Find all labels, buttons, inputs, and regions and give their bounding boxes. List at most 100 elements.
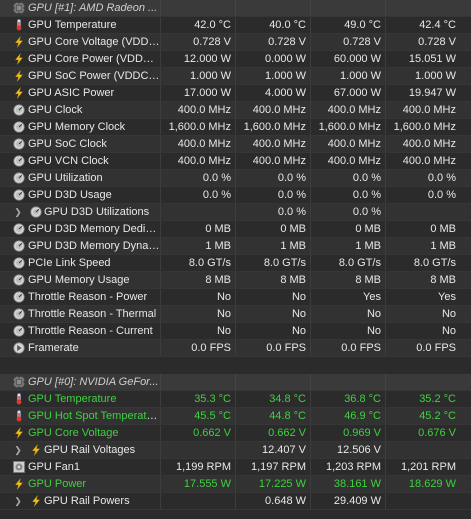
maximum-value: No <box>310 306 385 322</box>
current-value <box>160 493 235 509</box>
group-title: GPU [#0]: NVIDIA GeFor... <box>28 376 159 388</box>
average-value: No <box>385 306 460 322</box>
current-value: 1 MB <box>160 238 235 254</box>
sensor-row[interactable]: GPU Power 17.555 W 17.225 W 38.161 W 18.629 … <box>0 476 471 493</box>
sensor-name-cell: GPU Hot Spot Temperature <box>0 408 160 424</box>
minimum-value: 0.0 % <box>235 187 310 203</box>
maximum-value: 1 MB <box>310 238 385 254</box>
current-value <box>160 204 235 220</box>
current-value: 17.555 W <box>160 476 235 492</box>
sensor-row[interactable]: GPU Fan1 1,199 RPM 1,197 RPM 1,203 RPM 1,201… <box>0 459 471 476</box>
sensor-row[interactable]: GPU Temperature 42.0 °C 40.0 °C 49.0 °C 42.4… <box>0 17 471 34</box>
minimum-value: 1,600.0 MHz <box>235 119 310 135</box>
lightning-bolt-icon <box>13 70 25 82</box>
sensor-row[interactable]: GPU D3D Memory Dynamic 1 MB 1 MB 1 MB 1 MB <box>0 238 471 255</box>
current-value: 0.0 % <box>160 170 235 186</box>
sensor-row[interactable]: GPU SoC Clock 400.0 MHz 400.0 MHz 400.0 MHz… <box>0 136 471 153</box>
sensor-label: Framerate <box>28 342 79 354</box>
maximum-value: 1.000 W <box>310 68 385 84</box>
sensor-row[interactable]: ❯ GPU Rail Powers 0.648 W 29.409 W <box>0 493 471 510</box>
minimum-value: 8 MB <box>235 272 310 288</box>
sensor-row[interactable]: GPU Core Power (VDDC... 12.000 W 0.000 W 60… <box>0 51 471 68</box>
group-value-cell <box>385 0 460 16</box>
sensor-row[interactable]: Throttle Reason - Thermal No No No No <box>0 306 471 323</box>
chevron-right-icon[interactable]: ❯ <box>14 493 22 509</box>
average-value: 18.629 W <box>385 476 460 492</box>
sensor-group-header[interactable]: GPU [#1]: AMD Radeon ... <box>0 0 471 17</box>
minimum-value: 0 MB <box>235 221 310 237</box>
chevron-right-icon[interactable]: ❯ <box>14 204 22 220</box>
average-value <box>385 493 460 509</box>
average-value: 400.0 MHz <box>385 102 460 118</box>
sensor-row[interactable]: GPU Temperature 35.3 °C 34.8 °C 36.8 °C 35.2… <box>0 391 471 408</box>
sensor-label: GPU Core Voltage (VDDC... <box>28 36 160 48</box>
average-value: 15.051 W <box>385 51 460 67</box>
gauge-icon <box>13 104 25 116</box>
sensor-label: GPU Core Voltage <box>28 427 119 439</box>
minimum-value: 4.000 W <box>235 85 310 101</box>
maximum-value: 60.000 W <box>310 51 385 67</box>
average-value: 8 MB <box>385 272 460 288</box>
sensor-name-cell: GPU Clock <box>0 102 160 118</box>
sensor-row[interactable]: GPU ASIC Power 17.000 W 4.000 W 67.000 W 19.… <box>0 85 471 102</box>
sensor-row[interactable]: GPU Memory Usage 8 MB 8 MB 8 MB 8 MB <box>0 272 471 289</box>
gauge-icon <box>13 308 25 320</box>
sensor-row[interactable]: ❯ GPU Rail Voltages 12.407 V 12.506 V <box>0 442 471 459</box>
sensor-name-cell: GPU Fan1 <box>0 459 160 475</box>
sensor-row[interactable]: GPU Core Voltage (VDDC... 0.728 V 0.728 V0… <box>0 34 471 51</box>
average-value: Yes <box>385 289 460 305</box>
sensor-row[interactable]: GPU D3D Memory Dedica... 0 MB 0 MB 0 MB 0 MB <box>0 221 471 238</box>
sensor-group-header[interactable]: GPU [#0]: NVIDIA GeFor... <box>0 374 471 391</box>
maximum-value: 0.0 % <box>310 170 385 186</box>
gauge-icon <box>13 121 25 133</box>
current-value: 0.662 V <box>160 425 235 441</box>
sensor-name-cell: Throttle Reason - Power <box>0 289 160 305</box>
sensor-table: GPU [#1]: AMD Radeon ... GPU Temperature 4… <box>0 0 471 510</box>
maximum-value: 67.000 W <box>310 85 385 101</box>
sensor-row[interactable]: GPU Utilization 0.0 % 0.0 % 0.0 % 0.0 % <box>0 170 471 187</box>
current-value: 0.0 % <box>160 187 235 203</box>
current-value: 12.000 W <box>160 51 235 67</box>
sensor-label: GPU Core Power (VDDC... <box>28 53 160 65</box>
sensor-label: GPU Utilization <box>28 172 103 184</box>
chevron-right-icon[interactable]: ❯ <box>14 442 22 458</box>
gauge-icon <box>30 206 42 218</box>
sensor-name-cell: GPU VCN Clock <box>0 153 160 169</box>
minimum-value: 0.728 V <box>235 34 310 50</box>
sensor-row[interactable]: Throttle Reason - Current No No No No <box>0 323 471 340</box>
sensor-label: GPU Rail Voltages <box>44 444 136 456</box>
sensor-row[interactable]: GPU Hot Spot Temperature 45.5 °C 44.8 °C 46… <box>0 408 471 425</box>
average-value: 1.000 W <box>385 68 460 84</box>
minimum-value: 34.8 °C <box>235 391 310 407</box>
sensor-row[interactable]: ❯ GPU D3D Utilizations 0.0 % 0.0 % <box>0 204 471 221</box>
group-spacer <box>0 357 471 374</box>
maximum-value: 46.9 °C <box>310 408 385 424</box>
sensor-row[interactable]: GPU VCN Clock 400.0 MHz 400.0 MHz 400.0 MHz… <box>0 153 471 170</box>
average-value: 42.4 °C <box>385 17 460 33</box>
group-value-cell <box>160 374 235 390</box>
sensor-row[interactable]: Throttle Reason - Power No No Yes Yes <box>0 289 471 306</box>
sensor-row[interactable]: Framerate 0.0 FPS 0.0 FPS 0.0 FPS 0.0 FPS <box>0 340 471 357</box>
minimum-value: 1 MB <box>235 238 310 254</box>
sensor-label: PCIe Link Speed <box>28 257 111 269</box>
sensor-name-cell: PCIe Link Speed <box>0 255 160 271</box>
maximum-value: 0.0 % <box>310 187 385 203</box>
sensor-label: GPU Rail Powers <box>44 495 130 507</box>
minimum-value: 400.0 MHz <box>235 102 310 118</box>
sensor-row[interactable]: GPU Clock 400.0 MHz 400.0 MHz 400.0 MHz 400.… <box>0 102 471 119</box>
sensor-row[interactable]: GPU Core Voltage 0.662 V 0.662 V 0.969 V 0.6… <box>0 425 471 442</box>
sensor-label: GPU VCN Clock <box>28 155 109 167</box>
fan-icon <box>13 461 25 473</box>
average-value: 400.0 MHz <box>385 136 460 152</box>
sensor-row[interactable]: PCIe Link Speed 8.0 GT/s 8.0 GT/s 8.0 GT/s 8… <box>0 255 471 272</box>
sensor-label: GPU SoC Power (VDDCR... <box>28 70 160 82</box>
sensor-row[interactable]: GPU Memory Clock 1,600.0 MHz 1,600.0 MHz 1,… <box>0 119 471 136</box>
sensor-row[interactable]: GPU SoC Power (VDDCR... 1.000 W 1.000 W 1.0… <box>0 68 471 85</box>
average-value: 400.0 MHz <box>385 153 460 169</box>
sensor-name-cell: GPU SoC Power (VDDCR... <box>0 68 160 84</box>
sensor-name-cell: Throttle Reason - Thermal <box>0 306 160 322</box>
current-value: 400.0 MHz <box>160 102 235 118</box>
sensor-row[interactable]: GPU D3D Usage 0.0 % 0.0 % 0.0 % 0.0 % <box>0 187 471 204</box>
sensor-name-cell: ❯ GPU Rail Voltages <box>0 442 160 458</box>
current-value: 45.5 °C <box>160 408 235 424</box>
